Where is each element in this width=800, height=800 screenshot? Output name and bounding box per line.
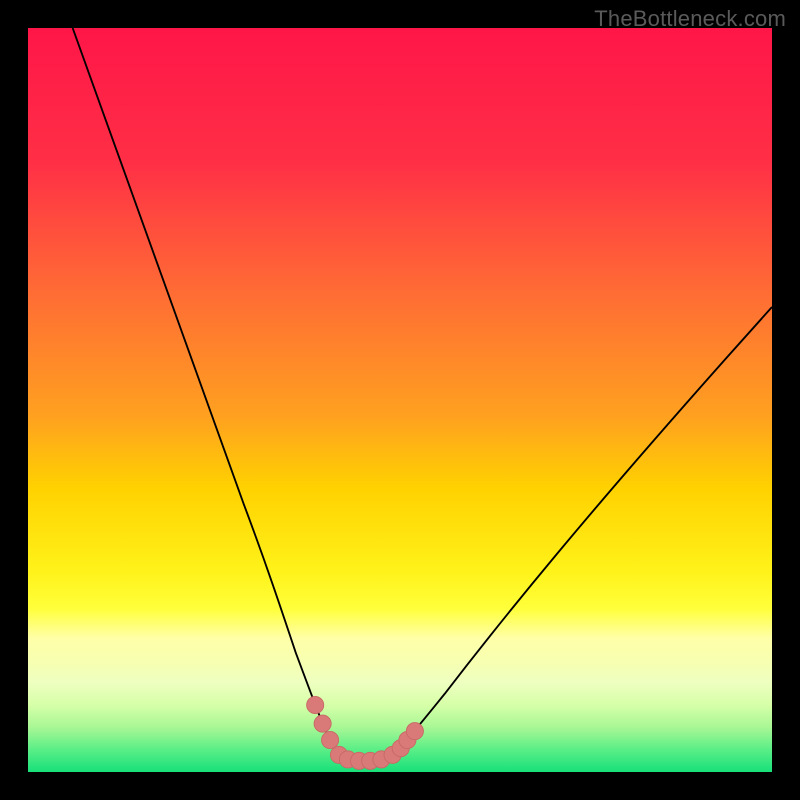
plot-area: [28, 28, 772, 772]
curve-left-branch: [73, 28, 339, 755]
trough-markers: [307, 696, 424, 769]
curve-right-branch: [393, 307, 772, 755]
chart-frame: TheBottleneck.com: [0, 0, 800, 800]
bottleneck-curve: [28, 28, 772, 772]
watermark-text: TheBottleneck.com: [594, 6, 786, 32]
